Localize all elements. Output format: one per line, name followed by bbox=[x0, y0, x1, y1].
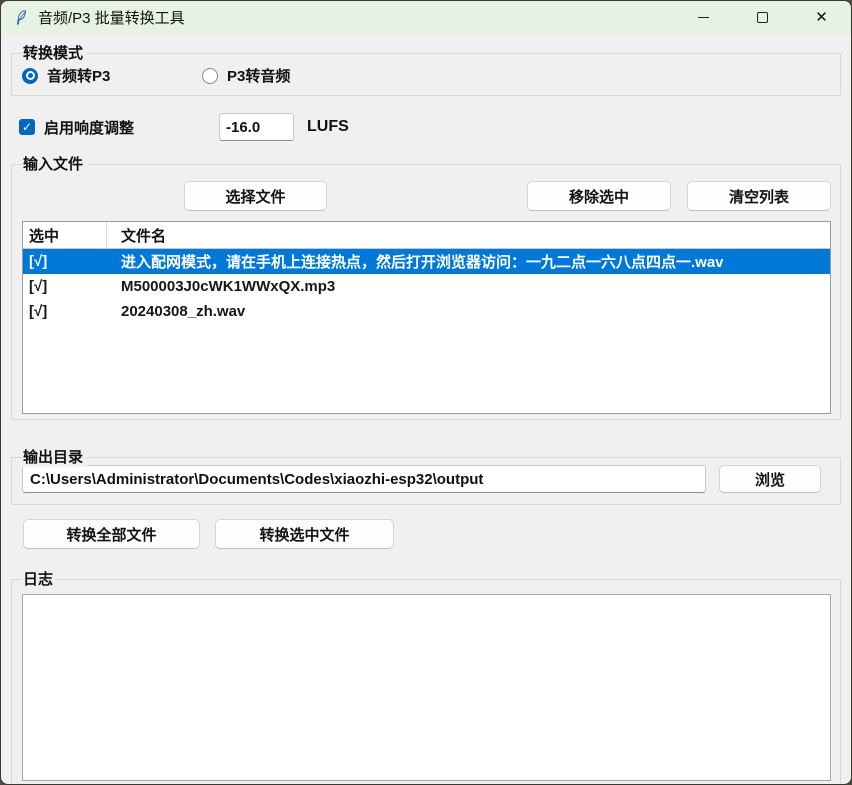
table-row[interactable]: [√]M500003J0cWK1WWxQX.mp3 bbox=[23, 274, 830, 299]
column-header-checked[interactable]: 选中 bbox=[23, 222, 107, 248]
row-filename-cell: 进入配网模式，请在手机上连接热点，然后打开浏览器访问：一九二点一六八点四点一.w… bbox=[107, 251, 830, 272]
output-directory-group: 输出目录 浏览 bbox=[11, 457, 841, 505]
checkbox-icon: ✓ bbox=[19, 119, 35, 135]
radio-audio-to-p3[interactable]: 音频转P3 bbox=[22, 65, 202, 86]
file-buttons-row: 选择文件 移除选中 清空列表 bbox=[22, 181, 831, 211]
minimize-icon bbox=[698, 17, 709, 18]
clear-list-button[interactable]: 清空列表 bbox=[687, 181, 831, 211]
radio-audio-to-p3-label: 音频转P3 bbox=[47, 65, 110, 86]
column-header-filename[interactable]: 文件名 bbox=[107, 222, 830, 248]
output-row: 浏览 bbox=[22, 465, 831, 493]
title-bar[interactable]: 音频/P3 批量转换工具 ✕ bbox=[1, 1, 851, 34]
radio-button-icon bbox=[202, 68, 218, 84]
file-table: 选中 文件名 [√]进入配网模式，请在手机上连接热点，然后打开浏览器访问：一九二… bbox=[22, 221, 831, 414]
conversion-mode-group-label: 转换模式 bbox=[22, 44, 87, 63]
convert-selected-button[interactable]: 转换选中文件 bbox=[215, 519, 394, 549]
input-files-group-label: 输入文件 bbox=[22, 155, 87, 174]
main-content: 转换模式 音频转P3 P3转音频 ✓ 启用响度调整 LUFS bbox=[1, 53, 851, 785]
app-window: 音频/P3 批量转换工具 ✕ 转换模式 音频转P3 bbox=[0, 0, 852, 785]
log-group-label: 日志 bbox=[22, 570, 57, 589]
maximize-button[interactable] bbox=[733, 1, 792, 34]
radio-button-icon bbox=[22, 68, 38, 84]
radio-p3-to-audio-label: P3转音频 bbox=[227, 65, 290, 86]
app-feather-icon bbox=[13, 10, 29, 26]
row-filename-cell: M500003J0cWK1WWxQX.mp3 bbox=[107, 278, 830, 295]
conversion-mode-group: 转换模式 音频转P3 P3转音频 bbox=[11, 53, 841, 96]
window-controls: ✕ bbox=[674, 1, 851, 34]
lufs-value-input[interactable] bbox=[219, 113, 294, 141]
output-directory-group-label: 输出目录 bbox=[22, 448, 87, 467]
browse-button[interactable]: 浏览 bbox=[719, 465, 821, 493]
close-icon: ✕ bbox=[815, 10, 828, 25]
select-files-button[interactable]: 选择文件 bbox=[184, 181, 327, 211]
window-title: 音频/P3 批量转换工具 bbox=[38, 7, 185, 28]
close-button[interactable]: ✕ bbox=[792, 1, 851, 34]
row-checked-cell: [√] bbox=[23, 253, 107, 270]
file-table-header: 选中 文件名 bbox=[23, 222, 830, 249]
lufs-unit-label: LUFS bbox=[307, 118, 349, 136]
loudness-checkbox-label: 启用响度调整 bbox=[44, 117, 134, 138]
row-checked-cell: [√] bbox=[23, 303, 107, 320]
radio-p3-to-audio[interactable]: P3转音频 bbox=[202, 65, 290, 86]
table-row[interactable]: [√]20240308_zh.wav bbox=[23, 299, 830, 324]
row-filename-cell: 20240308_zh.wav bbox=[107, 303, 830, 320]
table-row[interactable]: [√]进入配网模式，请在手机上连接热点，然后打开浏览器访问：一九二点一六八点四点… bbox=[23, 249, 830, 274]
row-checked-cell: [√] bbox=[23, 278, 107, 295]
loudness-checkbox[interactable]: ✓ 启用响度调整 bbox=[19, 117, 219, 138]
output-path-input[interactable] bbox=[22, 465, 706, 493]
input-files-group: 输入文件 选择文件 移除选中 清空列表 选中 文件名 [√]进入配网模式，请在手… bbox=[11, 164, 841, 420]
convert-all-button[interactable]: 转换全部文件 bbox=[23, 519, 200, 549]
remove-selected-button[interactable]: 移除选中 bbox=[527, 181, 671, 211]
log-textarea[interactable] bbox=[22, 594, 831, 781]
minimize-button[interactable] bbox=[674, 1, 733, 34]
maximize-icon bbox=[757, 12, 768, 23]
log-group: 日志 bbox=[11, 579, 841, 785]
mode-radio-row: 音频转P3 P3转音频 bbox=[22, 65, 830, 86]
loudness-row: ✓ 启用响度调整 LUFS bbox=[19, 113, 841, 141]
action-buttons-row: 转换全部文件 转换选中文件 bbox=[23, 519, 851, 549]
file-table-body: [√]进入配网模式，请在手机上连接热点，然后打开浏览器访问：一九二点一六八点四点… bbox=[23, 249, 830, 324]
